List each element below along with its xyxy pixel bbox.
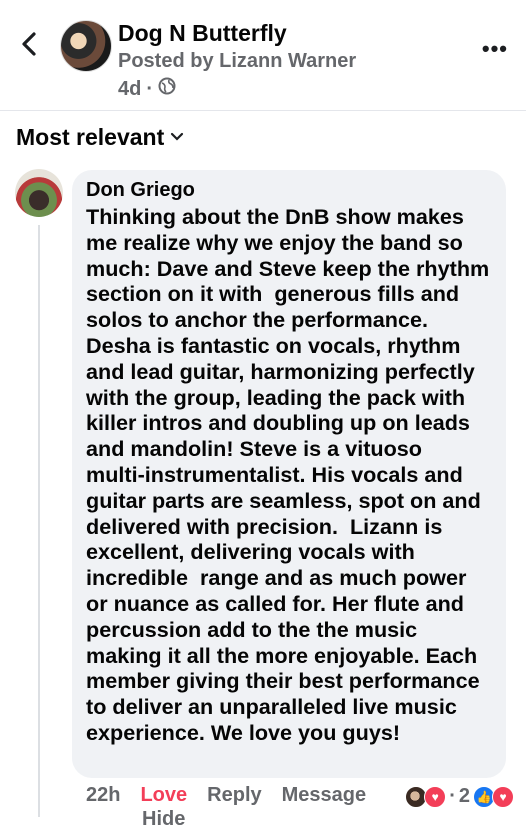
reply-button[interactable]: Reply xyxy=(207,784,261,807)
globe-icon xyxy=(158,77,176,101)
comment-bubble: Don Griego Thinking about the DnB show m… xyxy=(72,170,506,778)
posted-by: Posted by Lizann Warner xyxy=(118,50,357,72)
comment-filter[interactable]: Most relevant xyxy=(16,124,184,151)
comment-actions: 22h Love Reply Message xyxy=(86,784,386,807)
chevron-down-icon xyxy=(170,129,184,147)
heart-reaction-icon-2: ♥ xyxy=(492,785,514,808)
hide-button[interactable]: Hide xyxy=(142,808,185,831)
comment-time[interactable]: 22h xyxy=(86,784,120,807)
post-header: Dog N Butterfly Posted by Lizann Warner … xyxy=(0,0,526,111)
love-button[interactable]: Love xyxy=(140,784,187,807)
more-dots-icon[interactable]: ••• xyxy=(482,36,508,62)
post-time[interactable]: 4d xyxy=(118,78,141,101)
comment-text: Thinking about the DnB show makes me rea… xyxy=(86,204,496,745)
filter-label: Most relevant xyxy=(16,124,165,150)
chevron-left-icon[interactable] xyxy=(18,30,42,58)
page-avatar[interactable] xyxy=(60,20,112,72)
message-button[interactable]: Message xyxy=(282,784,367,807)
reaction-count: 2 xyxy=(458,785,470,807)
reaction-summary[interactable]: ♥ · 2 👍 ♥ xyxy=(405,785,514,808)
reaction-separator: · xyxy=(449,785,456,807)
page-name[interactable]: Dog N Butterfly xyxy=(118,20,287,47)
meta-separator: · xyxy=(146,77,154,100)
commenter-avatar[interactable] xyxy=(15,169,63,217)
thread-line xyxy=(38,225,40,817)
heart-reaction-icon: ♥ xyxy=(424,785,447,808)
commenter-name[interactable]: Don Griego xyxy=(86,179,492,202)
post-meta: 4d · xyxy=(118,77,176,101)
